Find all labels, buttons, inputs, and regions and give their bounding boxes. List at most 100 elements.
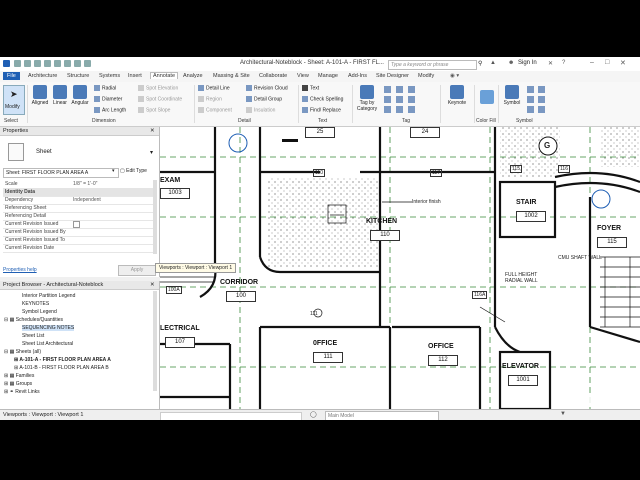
find-replace-button[interactable]: Find/ Replace (302, 107, 341, 113)
stair-path-icon[interactable] (527, 106, 534, 113)
door-tag[interactable]: 116 (558, 165, 570, 173)
viewport-marker-icon[interactable] (591, 189, 611, 209)
close-icon[interactable]: ✕ (150, 281, 155, 290)
property-value[interactable]: Independent (73, 196, 101, 204)
aligned-dimension-button[interactable]: Aligned (30, 85, 50, 106)
property-value[interactable]: 1/8" = 1'-0" (73, 180, 97, 188)
room-number[interactable]: 110 (370, 230, 400, 241)
tab-add-ins[interactable]: Add-Ins (348, 73, 367, 79)
keynote-button[interactable]: Keynote (443, 85, 471, 106)
3d-view-icon[interactable] (84, 60, 91, 67)
worksets-icon[interactable]: ◯ (310, 411, 317, 418)
fabric-reinforcement-icon[interactable] (538, 106, 545, 113)
region-button[interactable]: Region (198, 96, 222, 102)
browser-item[interactable]: ⊞ A-101-A - FIRST FLOOR PLAN AREA A (14, 357, 111, 363)
subscription-icon[interactable]: ▲ (490, 60, 496, 66)
room-number[interactable]: 111 (313, 352, 343, 363)
text-icon[interactable] (74, 60, 81, 67)
type-name[interactable]: Sheet (36, 149, 52, 155)
room-number[interactable]: 115 (597, 237, 627, 248)
expand-minus-icon[interactable]: ⊟ (4, 349, 8, 355)
measure-icon[interactable] (64, 60, 71, 67)
modify-button[interactable]: ➤ Modify (3, 85, 25, 115)
expand-plus-icon[interactable]: ⊞ (4, 389, 8, 395)
door-tag[interactable]: 115 (510, 165, 522, 173)
door-tag[interactable]: 111 (310, 311, 318, 317)
room-number[interactable]: 107 (165, 337, 195, 348)
linear-dimension-button[interactable]: Linear (51, 85, 69, 106)
tag-by-category-button[interactable]: Tag by Category (354, 85, 380, 112)
edit-type-button[interactable]: ▢ Edit Type (120, 168, 147, 174)
angular-dimension-button[interactable]: Angular (70, 85, 90, 106)
instance-selector[interactable]: Sheet: FIRST FLOOR PLAN AREA A (3, 168, 119, 178)
selection-grip[interactable] (282, 139, 298, 142)
browser-item[interactable]: Interior Partition Legend (22, 293, 75, 299)
symbol-panel-label[interactable]: Symbol (516, 118, 533, 124)
room-number[interactable]: 1001 (508, 375, 538, 386)
search-input[interactable]: Type a keyword or phrase (388, 60, 477, 70)
close-icon[interactable]: ✕ (620, 59, 626, 67)
tab-architecture[interactable]: Architecture (28, 73, 57, 79)
room-number[interactable]: 112 (428, 355, 458, 366)
browser-item[interactable]: ⊞ A-101-B - FIRST FLOOR PLAN AREA B (14, 365, 109, 371)
expand-plus-icon[interactable]: ⊞ (14, 357, 18, 363)
chevron-down-icon[interactable]: ▾ (150, 149, 153, 156)
tab-systems[interactable]: Systems (99, 73, 120, 79)
annotation-text[interactable]: Interior finish (412, 199, 441, 205)
material-tag-icon[interactable] (384, 106, 391, 113)
area-tag-icon[interactable] (396, 86, 403, 93)
detail-group-button[interactable]: Detail Group (246, 96, 282, 102)
room-name[interactable]: KITCHEN (366, 218, 397, 225)
tab-modify[interactable]: Modify (418, 73, 434, 79)
color-fill-legend-icon[interactable] (480, 90, 494, 104)
text-panel-label[interactable]: Text (318, 118, 327, 124)
filter-icon[interactable]: ▼ (560, 411, 566, 417)
select-panel-label[interactable]: Select (4, 118, 18, 124)
expand-minus-icon[interactable]: ⊟ (4, 317, 8, 323)
browser-item[interactable]: KEYNOTES (22, 301, 49, 307)
component-button[interactable]: Component (198, 107, 232, 113)
tab-insert[interactable]: Insert (128, 73, 142, 79)
apply-button[interactable]: Apply (118, 265, 156, 276)
tab-annotate[interactable]: Annotate (150, 72, 179, 79)
tab-manage[interactable]: Manage (318, 73, 338, 79)
chevron-down-icon[interactable]: ▾ (112, 168, 115, 174)
exchange-apps-icon[interactable]: ✕ (548, 60, 553, 67)
spot-coordinate-button[interactable]: Spot Coordinate (138, 96, 182, 102)
detail-panel-label[interactable]: Detail (238, 118, 251, 124)
expand-plus-icon[interactable]: ⊞ (14, 365, 18, 371)
stair-tread-icon[interactable] (408, 106, 415, 113)
room-number[interactable]: 1002 (516, 211, 546, 222)
door-tag[interactable]: 116A (472, 291, 488, 299)
door-tag[interactable]: 110 (313, 169, 325, 177)
path-reinforcement-icon[interactable] (538, 96, 545, 103)
room-name[interactable]: ELEVATOR (502, 363, 539, 370)
room-number[interactable]: 100 (226, 291, 256, 302)
spot-elevation-button[interactable]: Spot Elevation (138, 85, 178, 91)
room-number[interactable]: 1003 (160, 188, 190, 199)
room-name[interactable]: FOYER (597, 225, 621, 232)
properties-scrollbar[interactable] (153, 180, 157, 254)
radial-dimension-button[interactable]: Radial (94, 85, 116, 91)
room-tag-icon[interactable] (396, 96, 403, 103)
maximize-icon[interactable]: □ (605, 59, 609, 66)
area-reinforcement-icon[interactable] (538, 86, 545, 93)
browser-item[interactable]: ⊟ ▦ Schedules/Quantities (4, 317, 63, 323)
tag-panel-label[interactable]: Tag (402, 118, 410, 124)
room-name[interactable]: OFFICE (428, 343, 454, 350)
tag-all-icon[interactable] (384, 86, 391, 93)
door-tag[interactable]: 117 (430, 169, 442, 177)
tab-structure[interactable]: Structure (67, 73, 89, 79)
tab-view[interactable]: View (297, 73, 309, 79)
redo-icon[interactable] (44, 60, 51, 67)
tab-collaborate[interactable]: Collaborate (259, 73, 287, 79)
tab-site-designer[interactable]: Site Designer (376, 73, 409, 79)
check-spelling-button[interactable]: Check Spelling (302, 96, 343, 102)
beam-icon[interactable] (527, 96, 534, 103)
view-reference-icon[interactable] (408, 86, 415, 93)
browser-item[interactable]: SEQUENCING NOTES (22, 325, 75, 331)
browser-item[interactable]: Symbol Legend (22, 309, 57, 315)
checkbox[interactable] (73, 221, 80, 228)
color-fill-panel-label[interactable]: Color Fill (476, 118, 496, 124)
properties-help-link[interactable]: Properties help (3, 267, 37, 273)
